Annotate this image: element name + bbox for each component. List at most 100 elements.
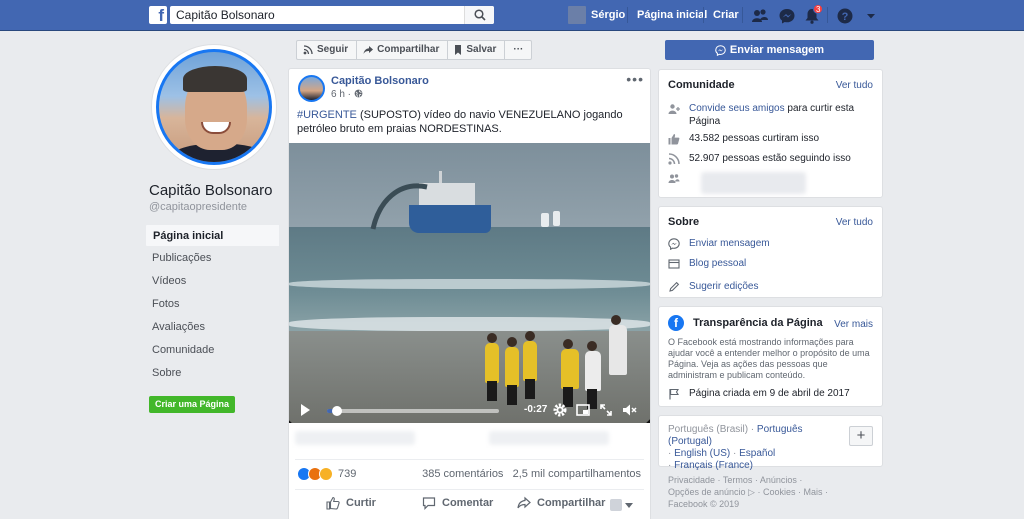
footer-line[interactable]: Opções de anúncio ▷ · Cookies · Mais · [668, 486, 838, 498]
language-option[interactable]: Español [739, 448, 775, 459]
comment-button[interactable]: Comentar [422, 496, 493, 510]
mute-icon[interactable] [621, 402, 637, 418]
user-avatar[interactable] [568, 6, 586, 24]
about-title[interactable]: Sobre [668, 216, 699, 228]
footer-line[interactable]: Privacidade · Termos · Anúncios · [668, 474, 838, 486]
page-likes-count[interactable]: 43.582 pessoas curtiram isso [689, 132, 819, 145]
about-blog-link[interactable]: Blog pessoal [689, 257, 746, 270]
save-button[interactable]: Salvar [447, 40, 506, 60]
help-icon[interactable]: ? [836, 7, 854, 25]
sidebar-item-photos[interactable]: Fotos [145, 293, 280, 316]
video-progress-bar[interactable] [327, 406, 499, 416]
share-arrow-icon [363, 46, 374, 54]
page-profile-picture[interactable] [151, 44, 277, 170]
picture-in-picture-icon[interactable] [575, 402, 591, 418]
invite-friends-row: Convide seus amigos para curtir esta Pág… [668, 102, 868, 128]
community-see-all-link[interactable]: Ver tudo [836, 80, 873, 91]
language-option[interactable]: Français (France) [674, 460, 753, 471]
create-page-button[interactable]: Criar uma Página [149, 396, 236, 413]
share-button[interactable]: Compartilhar [517, 496, 605, 510]
add-language-button[interactable]: + [849, 426, 873, 446]
search-input[interactable] [176, 7, 456, 23]
send-message-label: Enviar mensagem [729, 44, 825, 56]
sidebar-item-home[interactable]: Página inicial [145, 224, 280, 247]
language-card: Português (Brasil) · Português (Portugal… [658, 415, 883, 471]
audience-avatar [610, 499, 622, 511]
nav-divider [742, 7, 743, 23]
search-box[interactable] [170, 6, 494, 24]
invite-friends-icon [668, 104, 680, 114]
post-time[interactable]: 6 h [331, 89, 345, 100]
sidebar-item-about[interactable]: Sobre [145, 362, 280, 385]
post-author-name[interactable]: Capitão Bolsonaro [331, 75, 429, 87]
suggest-edits-link[interactable]: Sugerir edições [689, 280, 758, 293]
top-navigation-bar: f Sérgio Página inicial Criar 3 ? [0, 0, 1024, 31]
blurred-content [701, 172, 806, 194]
share-label: Compartilhar [537, 497, 606, 509]
messenger-icon[interactable] [778, 7, 796, 25]
reactions-count[interactable]: 739 [338, 468, 356, 480]
community-title[interactable]: Comunidade [668, 79, 735, 91]
messenger-icon [715, 44, 726, 56]
account-menu-caret-icon[interactable] [862, 7, 880, 25]
notifications-badge: 3 [813, 4, 824, 14]
friend-requests-icon[interactable] [751, 7, 769, 25]
reactions-summary[interactable]: 739 [297, 467, 356, 481]
page-created-row: Página criada em 9 de abril de 2017 [668, 387, 850, 400]
share-audience-selector[interactable] [610, 499, 633, 511]
video-scrubber-handle[interactable] [332, 406, 343, 416]
search-icon [474, 9, 486, 21]
transparency-description: O Facebook está mostrando informações pa… [668, 337, 870, 380]
page-category-icon [668, 259, 680, 269]
followers-row: 52.907 pessoas estão seguindo isso [668, 152, 851, 165]
sidebar-item-community[interactable]: Comunidade [145, 339, 280, 362]
share-page-label: Compartilhar [377, 44, 440, 55]
play-icon[interactable] [301, 404, 310, 416]
fullscreen-icon[interactable] [598, 402, 614, 418]
settings-gear-icon[interactable] [552, 402, 568, 418]
rss-follow-icon [303, 45, 313, 55]
transparency-title[interactable]: Transparência da Página [693, 317, 823, 330]
about-suggest-row: Sugerir edições [668, 280, 758, 293]
follow-button[interactable]: Seguir [296, 40, 358, 60]
comments-count[interactable]: 385 comentários [422, 468, 503, 480]
video-controls: -0:27 [289, 397, 650, 423]
post-author-avatar[interactable] [298, 75, 325, 102]
sidebar-item-videos[interactable]: Vídeos [145, 270, 280, 293]
page-followers-count[interactable]: 52.907 pessoas estão seguindo isso [689, 152, 851, 165]
pencil-icon [669, 281, 680, 292]
like-button[interactable]: Curtir [326, 496, 376, 510]
about-send-message-link[interactable]: Enviar mensagem [689, 237, 770, 250]
sidebar-item-posts[interactable]: Publicações [145, 247, 280, 270]
thumbs-up-icon [668, 134, 680, 145]
community-card: Comunidade Ver tudo Convide seus amigos … [658, 69, 883, 198]
sidebar-item-reviews[interactable]: Avaliações [145, 316, 280, 339]
share-icon [517, 496, 531, 509]
post-options-button[interactable]: ••• [626, 71, 644, 87]
page-username: @capitaopresidente [149, 201, 248, 213]
send-message-button[interactable]: Enviar mensagem [665, 40, 874, 60]
create-link[interactable]: Criar [713, 9, 739, 21]
friends-who-like-row [668, 172, 806, 194]
post-timestamp[interactable]: 6 h · [331, 89, 363, 100]
about-see-all-link[interactable]: Ver tudo [836, 217, 873, 228]
search-button[interactable] [464, 6, 494, 24]
comment-bubble-icon [422, 497, 436, 510]
nav-divider [703, 7, 704, 23]
home-link[interactable]: Página inicial [637, 9, 707, 21]
divider [295, 489, 644, 490]
shares-count[interactable]: 2,5 mil compartilhamentos [513, 468, 641, 480]
facebook-logo-icon[interactable]: f [149, 6, 167, 24]
post-hashtag[interactable]: #URGENTE [297, 109, 357, 121]
invite-friends-link[interactable]: Convide seus amigos [689, 103, 785, 114]
video-player[interactable]: -0:27 [289, 143, 650, 423]
more-options-button[interactable]: ··· [504, 40, 533, 60]
user-profile-link[interactable]: Sérgio [591, 9, 625, 21]
transparency-see-more-link[interactable]: Ver mais [834, 319, 873, 330]
thumbs-up-icon [326, 496, 340, 510]
follow-label: Seguir [317, 44, 349, 55]
page-title[interactable]: Capitão Bolsonaro [149, 182, 272, 199]
about-card: Sobre Ver tudo Enviar mensagem Blog pess… [658, 206, 883, 298]
share-page-button[interactable]: Compartilhar [356, 40, 449, 60]
language-option[interactable]: English (US) [674, 448, 730, 459]
